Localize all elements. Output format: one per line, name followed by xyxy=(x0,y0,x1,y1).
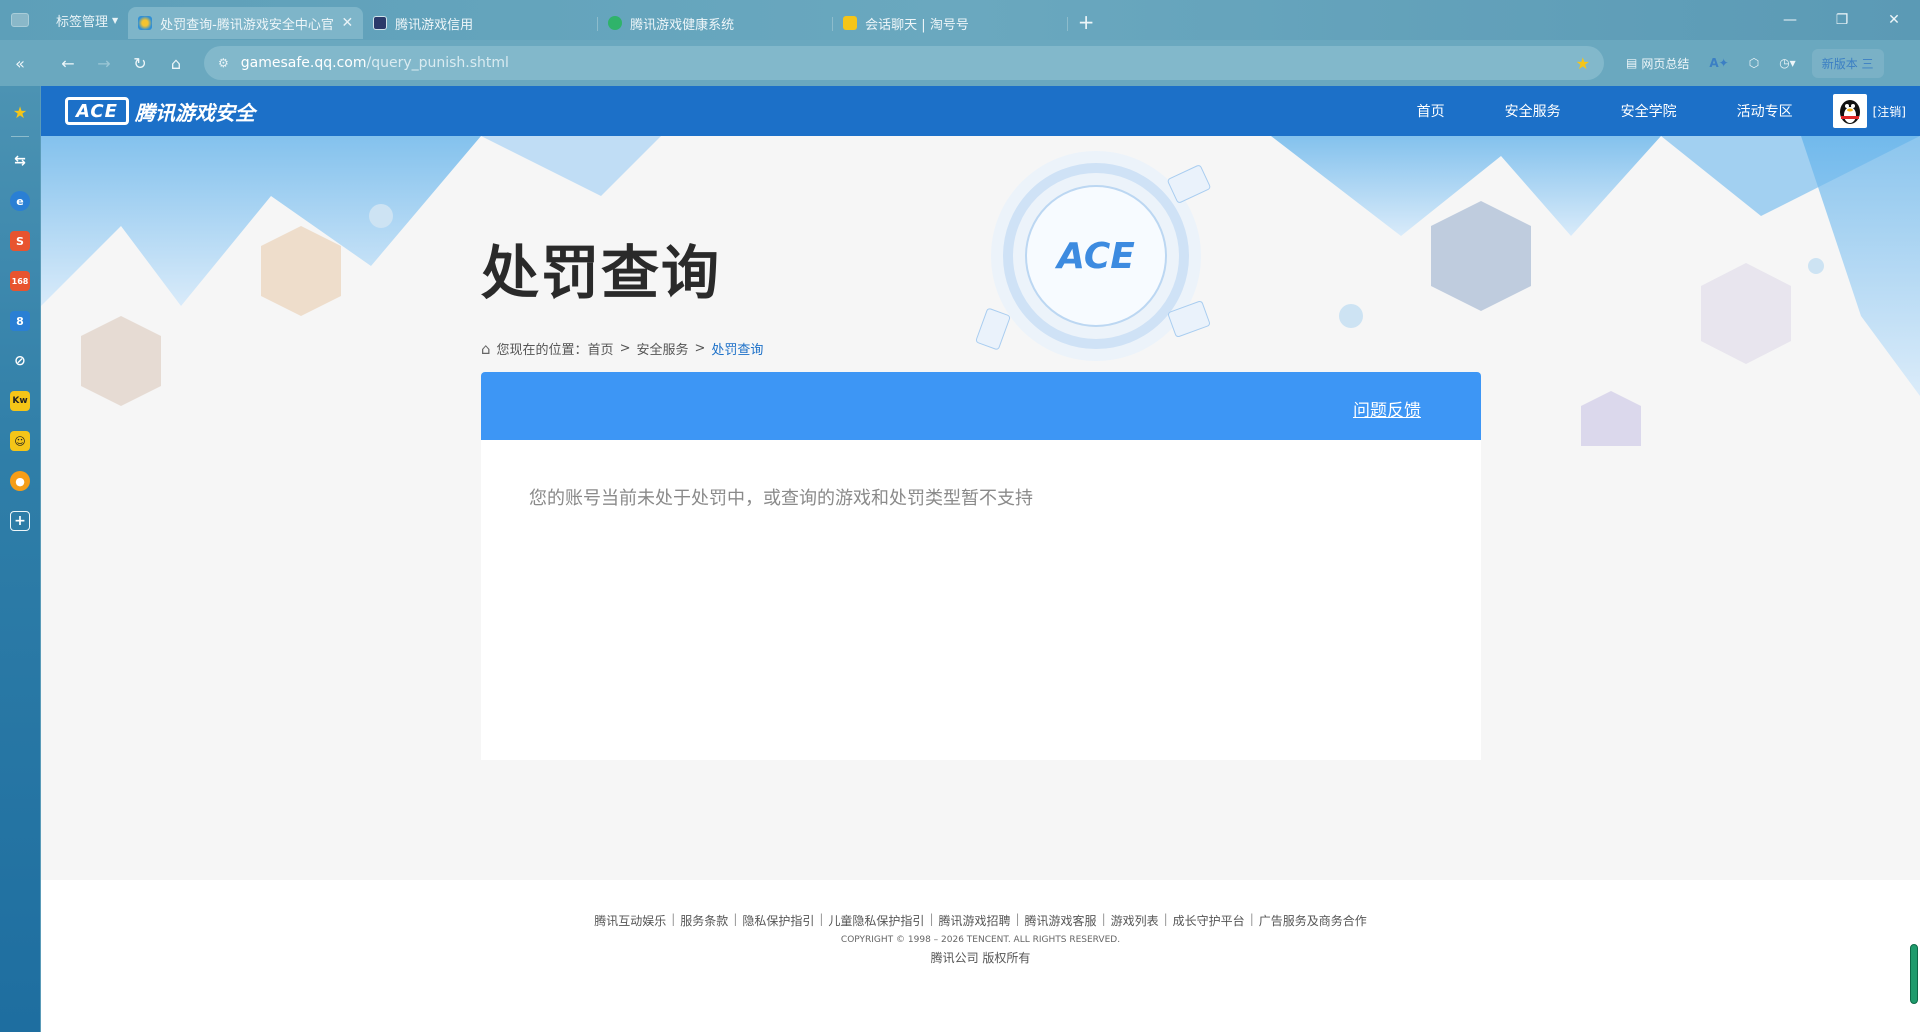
gamesafe-favicon-icon xyxy=(138,16,153,30)
logout-link[interactable]: [注销] xyxy=(1873,103,1906,120)
restore-icon[interactable]: ❐ xyxy=(1816,0,1868,40)
tab-title: 会话聊天 | 淘号号 xyxy=(865,17,969,33)
close-tab-icon[interactable]: ✕ xyxy=(341,15,353,31)
ace-logo-text: 腾讯游戏安全 xyxy=(135,100,255,125)
app-168-icon[interactable]: 168 xyxy=(10,271,30,291)
tab-game-credit[interactable]: 腾讯游戏信用 xyxy=(363,7,599,39)
footer-link[interactable]: 广告服务及商务合作 xyxy=(1259,912,1367,929)
breadcrumb-separator: > xyxy=(694,341,706,356)
window-controls: — ❐ ✕ xyxy=(1764,0,1920,40)
url-path: /query_punish.shtml xyxy=(366,55,509,71)
footer-link[interactable]: 游戏列表 xyxy=(1111,912,1159,929)
web-page: ACE ACE 腾讯游戏安全 首页 安全服务 安全学院 活动专区 [注销] 处罚… xyxy=(41,86,1920,1032)
app-yellow-icon[interactable]: ☺ xyxy=(10,431,30,451)
avatar[interactable] xyxy=(1832,94,1867,128)
favorites-star-icon[interactable]: ★ xyxy=(10,102,30,122)
footer-link[interactable]: 儿童隐私保护指引 xyxy=(828,912,924,929)
page-summary-label: 网页总结 xyxy=(1641,56,1690,71)
history-icon[interactable]: ◷▾ xyxy=(1779,56,1796,70)
site-header: ACE 腾讯游戏安全 首页 安全服务 安全学院 活动专区 [注销] xyxy=(41,86,1920,136)
app-s-icon[interactable]: S xyxy=(10,231,30,251)
result-message: 您的账号当前未处于处罚中，或查询的游戏和处罚类型暂不支持 xyxy=(529,488,1033,509)
forward-icon[interactable]: → xyxy=(86,45,122,81)
user-area: [注销] xyxy=(1832,94,1906,128)
browser-sidebar: ★ ⇆ e S 168 8 ⊘ Kw ☺ ● + xyxy=(0,86,40,1032)
footer-link[interactable]: 成长守护平台 xyxy=(1173,912,1245,929)
edge-icon[interactable]: e xyxy=(10,191,30,211)
ace-logo[interactable]: ACE 腾讯游戏安全 xyxy=(65,97,255,126)
app-kw-icon[interactable]: Kw xyxy=(10,391,30,411)
window-icon xyxy=(11,13,29,27)
breadcrumb-prefix: 您现在的位置： xyxy=(496,343,588,358)
chat-favicon-icon xyxy=(843,16,858,30)
copyright-text: COPYRIGHT © 1998 – 2026 TENCENT. ALL RIG… xyxy=(840,935,1121,945)
url-host: gamesafe.qq.com xyxy=(240,55,367,71)
back-icon[interactable]: ← xyxy=(50,45,86,81)
footer-link[interactable]: 服务条款 xyxy=(680,912,728,929)
bookmark-star-icon[interactable]: ★ xyxy=(1576,54,1590,73)
tab-punish-query[interactable]: 处罚查询-腾讯游戏安全中心官 ✕ xyxy=(128,7,364,39)
breadcrumb-home[interactable]: 首页 xyxy=(588,339,614,358)
window-menu-button[interactable] xyxy=(0,0,40,40)
swap-icon[interactable]: ⇆ xyxy=(10,151,30,171)
game-credit-favicon-icon xyxy=(373,16,388,30)
close-window-icon[interactable]: ✕ xyxy=(1868,0,1920,40)
feedback-link[interactable]: 问题反馈 xyxy=(1353,396,1421,421)
qq-penguin-icon xyxy=(1839,100,1860,124)
result-panel-header: 问题反馈 xyxy=(481,372,1481,440)
ai-icon[interactable]: A✦ xyxy=(1709,56,1728,70)
app-game-icon[interactable]: 8 xyxy=(10,311,30,331)
breadcrumb-separator: > xyxy=(619,341,631,356)
tab-title: 处罚查询-腾讯游戏安全中心官 xyxy=(160,17,334,33)
result-panel-body: 您的账号当前未处于处罚中，或查询的游戏和处罚类型暂不支持 xyxy=(481,440,1481,760)
reload-icon[interactable]: ↻ xyxy=(122,45,158,81)
browser-tab-bar: 标签管理 ▼ 处罚查询-腾讯游戏安全中心官 ✕ 腾讯游戏信用 腾讯游戏健康系统 … xyxy=(0,0,1920,40)
tab-chat[interactable]: 会话聊天 | 淘号号 xyxy=(833,7,1069,39)
page-summary-button[interactable]: ▤ 网页总结 xyxy=(1626,55,1689,72)
footer-link[interactable]: 腾讯互动娱乐 xyxy=(594,912,666,929)
nav-home[interactable]: 首页 xyxy=(1417,101,1445,121)
footer-links: 腾讯互动娱乐 | 服务条款 | 隐私保护指引 | 儿童隐私保护指引 | 腾讯游戏招聘 | … xyxy=(594,912,1367,929)
rights-text: 腾讯公司 版权所有 xyxy=(930,951,1031,965)
app-orange-icon[interactable]: ● xyxy=(10,471,30,491)
tab-title: 腾讯游戏健康系统 xyxy=(630,17,735,33)
home-icon: ⌂ xyxy=(481,339,491,358)
site-info-icon[interactable]: ⚙ xyxy=(218,56,229,70)
extensions-icon[interactable]: ⬡ xyxy=(1749,56,1759,70)
compass-icon[interactable]: ⊘ xyxy=(10,351,30,371)
ace-logo-mark: ACE xyxy=(65,97,129,125)
tab-manager-label: 标签管理 xyxy=(56,14,109,30)
home-icon[interactable]: ⌂ xyxy=(158,45,194,81)
toolbar-right: ▤ 网页总结 A✦ ⬡ ◷▾ 新版本 三 xyxy=(1616,48,1884,78)
footer-link[interactable]: 腾讯游戏招聘 xyxy=(938,912,1010,929)
tab-title: 腾讯游戏信用 xyxy=(395,17,474,33)
footer-link[interactable]: 隐私保护指引 xyxy=(742,912,814,929)
tab-health-system[interactable]: 腾讯游戏健康系统 xyxy=(598,7,834,39)
tab-manager-button[interactable]: 标签管理 ▼ xyxy=(40,0,128,40)
summary-icon: ▤ xyxy=(1626,56,1638,70)
caret-down-icon: ▼ xyxy=(112,15,119,25)
site-nav: 首页 安全服务 安全学院 活动专区 xyxy=(1387,86,1823,136)
breadcrumb-security-services[interactable]: 安全服务 xyxy=(636,339,688,358)
new-tab-button[interactable]: + xyxy=(1068,6,1104,38)
breadcrumb-current: 处罚查询 xyxy=(711,343,764,358)
collapse-sidebar-icon[interactable]: « xyxy=(0,45,40,81)
page-title: 处罚查询 xyxy=(481,239,722,307)
footer-link[interactable]: 腾讯游戏客服 xyxy=(1025,912,1097,929)
new-version-button[interactable]: 新版本 三 xyxy=(1811,48,1884,78)
scroll-indicator[interactable] xyxy=(1910,944,1918,1004)
browser-toolbar: « ← → ↻ ⌂ ⚙ gamesafe.qq.com /query_punis… xyxy=(0,40,1920,86)
nav-security-services[interactable]: 安全服务 xyxy=(1505,101,1561,121)
nav-security-academy[interactable]: 安全学院 xyxy=(1621,101,1677,121)
sidebar-divider xyxy=(11,136,29,137)
health-favicon-icon xyxy=(608,16,623,30)
tab-divider xyxy=(1067,17,1069,31)
site-footer: 腾讯互动娱乐 | 服务条款 | 隐私保护指引 | 儿童隐私保护指引 | 腾讯游戏招聘 | … xyxy=(41,880,1920,1032)
address-bar[interactable]: ⚙ gamesafe.qq.com /query_punish.shtml ★ xyxy=(204,46,1604,80)
add-app-icon[interactable]: + xyxy=(10,511,30,531)
breadcrumb: ⌂ 您现在的位置： 首页 > 安全服务 > 处罚查询 xyxy=(481,339,764,359)
svg-text:ACE: ACE xyxy=(1054,236,1135,277)
minimize-icon[interactable]: — xyxy=(1764,0,1816,40)
nav-activities[interactable]: 活动专区 xyxy=(1737,101,1793,121)
